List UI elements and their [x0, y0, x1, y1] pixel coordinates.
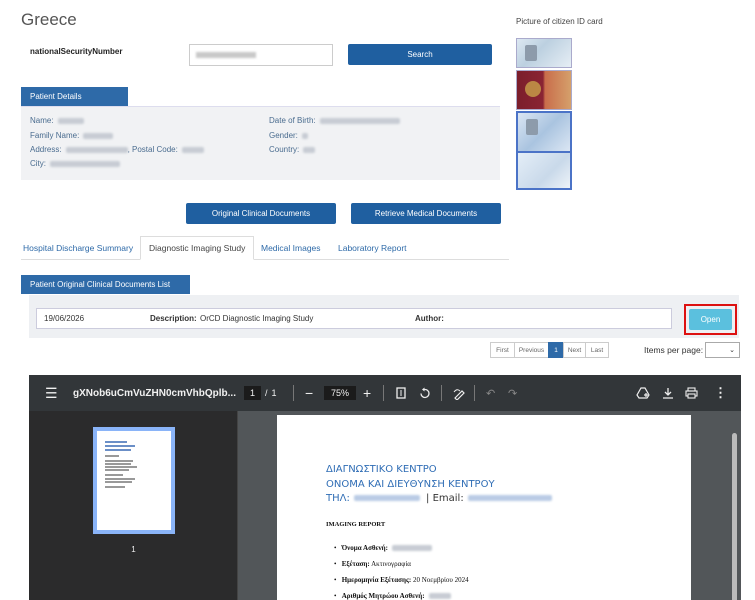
- fit-page-icon[interactable]: [396, 375, 406, 411]
- city-label: City:: [30, 159, 46, 168]
- search-button[interactable]: Search: [348, 44, 492, 65]
- pdf-toolbar: ☰ gXNob6uCmVuZHN0cmVhbQplb... 1 / 1 − 75…: [29, 375, 741, 411]
- rotate-icon[interactable]: [418, 375, 431, 411]
- item-label: Όνομα Ασθενή:: [341, 544, 388, 552]
- dob-label: Date of Birth:: [269, 116, 316, 125]
- original-clinical-documents-button[interactable]: Original Clinical Documents: [186, 203, 336, 224]
- patient-name-row: Name:: [30, 116, 84, 125]
- page-indicator: 1 / 1: [244, 375, 277, 411]
- patient-gender-row: Gender:: [269, 131, 308, 140]
- redacted-value: [196, 52, 256, 58]
- clinic-contact: ΤΗΛ: | Email:: [326, 493, 552, 504]
- document-type-tabs: Hospital Discharge Summary Diagnostic Im…: [21, 236, 509, 260]
- scrollbar-thumb[interactable]: [732, 433, 737, 600]
- original-documents-list-tab: Patient Original Clinical Documents List: [21, 275, 190, 294]
- id-card-picture-label: Picture of citizen ID card: [516, 17, 603, 26]
- author-label: Author:: [415, 314, 444, 323]
- passport-image[interactable]: [516, 70, 572, 110]
- more-icon[interactable]: ⋮: [714, 375, 727, 411]
- zoom-input[interactable]: 75%: [324, 386, 357, 400]
- tab-diagnostic-imaging-study[interactable]: Diagnostic Imaging Study: [140, 236, 255, 260]
- patient-family-row: Family Name:: [30, 131, 114, 140]
- email-label: | Email:: [426, 493, 464, 504]
- undo-icon[interactable]: ↶: [486, 375, 495, 411]
- patient-details-tab: Patient Details: [21, 87, 128, 106]
- report-item-record-number: • Αριθμός Μητρώου Ασθενή:: [334, 592, 451, 600]
- zoom-in-icon[interactable]: +: [363, 375, 371, 411]
- country-label: Country:: [269, 145, 300, 154]
- redo-icon[interactable]: ↷: [508, 375, 517, 411]
- report-heading: IMAGING REPORT: [326, 521, 386, 528]
- report-item-exam: • Εξέταση: Ακτινογραφία: [334, 560, 411, 568]
- toolbar-divider: [474, 385, 475, 401]
- toolbar-divider: [441, 385, 442, 401]
- address-label: Address:: [30, 145, 62, 154]
- item-label: Εξέταση:: [341, 560, 370, 568]
- id-card-image-back[interactable]: [516, 153, 572, 190]
- national-security-number-label: nationalSecurityNumber: [30, 47, 123, 56]
- annotate-icon[interactable]: [453, 375, 466, 411]
- zoom-out-icon[interactable]: −: [305, 375, 313, 411]
- items-per-page-select[interactable]: ⌄: [705, 342, 740, 358]
- tab-medical-images[interactable]: Medical Images: [261, 236, 321, 260]
- page-total: 1: [271, 388, 277, 398]
- print-icon[interactable]: [685, 375, 698, 411]
- pdf-viewer: ☰ gXNob6uCmVuZHN0cmVhbQplb... 1 / 1 − 75…: [29, 375, 741, 600]
- postal-code-label: , Postal Code:: [127, 145, 178, 154]
- pdf-thumbnail-sidebar: 1: [29, 411, 238, 600]
- thumbnail-page-number: 1: [131, 545, 136, 554]
- id-card-image-front[interactable]: [516, 38, 572, 68]
- name-label: Name:: [30, 116, 54, 125]
- item-label: Ημερομηνία Εξέτασης:: [341, 576, 412, 584]
- tab-hospital-discharge-summary[interactable]: Hospital Discharge Summary: [23, 236, 133, 260]
- pdf-filename: gXNob6uCmVuZHN0cmVhbQplb...: [73, 387, 236, 399]
- add-drive-icon[interactable]: [636, 375, 650, 411]
- chevron-down-icon: ⌄: [729, 347, 735, 354]
- pagination-page-1[interactable]: 1: [548, 342, 564, 358]
- pagination-previous[interactable]: Previous: [514, 342, 549, 358]
- menu-icon[interactable]: ☰: [45, 375, 58, 411]
- toolbar-divider: [293, 385, 294, 401]
- patient-city-row: City:: [30, 159, 120, 168]
- id-card-image-selected[interactable]: [516, 111, 572, 153]
- tel-label: ΤΗΛ:: [326, 493, 350, 504]
- pagination-next[interactable]: Next: [563, 342, 586, 358]
- report-item-patient-name: • Όνομα Ασθενή:: [334, 544, 432, 552]
- open-button-highlight: Open: [684, 304, 737, 335]
- clinic-address: ΟΝΟΜΑ ΚΑΙ ΔΙΕΥΘΥΝΣΗ ΚΕΝΤΡΟΥ: [326, 479, 495, 490]
- description-value: OrCD Diagnostic Imaging Study: [200, 314, 314, 323]
- page-separator: /: [265, 388, 268, 398]
- open-document-button[interactable]: Open: [689, 309, 732, 330]
- retrieve-medical-documents-button[interactable]: Retrieve Medical Documents: [351, 203, 501, 224]
- pagination-first[interactable]: First: [490, 342, 515, 358]
- clinic-name: ΔΙΑΓΝΩΣΤΙΚΟ ΚΕΝΤΡΟ: [326, 464, 437, 475]
- family-name-label: Family Name:: [30, 131, 80, 140]
- gender-label: Gender:: [269, 131, 298, 140]
- document-date: 19/06/2026: [44, 314, 85, 323]
- patient-address-row: Address: , Postal Code:: [30, 145, 204, 154]
- patient-dob-row: Date of Birth:: [269, 116, 400, 125]
- patient-details-panel: [21, 106, 500, 180]
- tab-laboratory-report[interactable]: Laboratory Report: [338, 236, 407, 260]
- page-thumbnail[interactable]: [93, 427, 175, 534]
- page-number-input[interactable]: 1: [244, 386, 262, 400]
- pagination: First Previous 1 Next Last: [490, 342, 609, 358]
- page-title: Greece: [21, 10, 77, 29]
- report-item-exam-date: • Ημερομηνία Εξέτασης: 20 Νοεμβρίου 2024: [334, 576, 469, 584]
- pdf-scrollbar[interactable]: [731, 423, 738, 600]
- item-value: Ακτινογραφία: [371, 560, 411, 568]
- patient-country-row: Country:: [269, 145, 316, 154]
- item-label: Αριθμός Μητρώου Ασθενή:: [341, 592, 425, 600]
- toolbar-divider: [383, 385, 384, 401]
- document-row[interactable]: 19/06/2026 Description: OrCD Diagnostic …: [36, 308, 672, 329]
- download-icon[interactable]: [662, 375, 674, 411]
- zoom-level: 75%: [324, 375, 357, 411]
- pdf-page: ΔΙΑΓΝΩΣΤΙΚΟ ΚΕΝΤΡΟ ΟΝΟΜΑ ΚΑΙ ΔΙΕΥΘΥΝΣΗ Κ…: [277, 415, 691, 600]
- item-value: 20 Νοεμβρίου 2024: [412, 576, 469, 584]
- pagination-last[interactable]: Last: [585, 342, 609, 358]
- description-label: Description:: [150, 314, 197, 323]
- items-per-page-label: Items per page:: [644, 345, 704, 355]
- national-security-number-input[interactable]: [189, 44, 333, 66]
